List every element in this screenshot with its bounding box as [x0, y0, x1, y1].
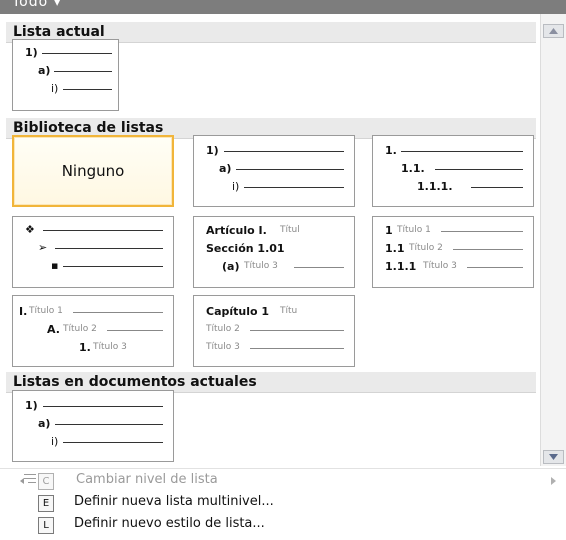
- tile-level-1-heading: Título 1: [397, 225, 431, 235]
- tile-level-3-line: [471, 187, 523, 188]
- tile-none-label: Ninguno: [61, 162, 125, 180]
- tile-level-3-label: 1.: [79, 341, 91, 354]
- tile-level-3-label: i): [51, 435, 59, 448]
- tile-level-2-label: a): [38, 417, 51, 430]
- list-tile-document[interactable]: 1) a) i): [12, 390, 174, 462]
- tile-level-1-label: 1): [206, 144, 219, 157]
- tile-level-2-heading: Título 2: [206, 324, 240, 334]
- tile-level-2-line: [107, 330, 163, 331]
- tile-level-2-label: 1.1: [385, 242, 405, 255]
- tile-level-3-label: i): [51, 82, 59, 95]
- tile-level-1-line: [43, 406, 163, 407]
- tile-level-2-heading: Título 2: [63, 324, 97, 334]
- tile-level-2-label: Sección 1.01: [206, 242, 285, 255]
- tile-level-1-label: Artículo I.: [206, 224, 267, 237]
- keytip-c: C: [38, 473, 54, 490]
- scroll-down-button[interactable]: [543, 450, 564, 464]
- gallery-filter-bar[interactable]: Todo ▾: [0, 0, 566, 14]
- tile-level-2-heading: Título 2: [409, 243, 443, 253]
- define-list-style-label: Definir nuevo estilo de lista...: [74, 516, 265, 531]
- tile-level-3-heading: Título 3: [244, 261, 278, 271]
- gallery-scrollbar[interactable]: [540, 14, 566, 466]
- tile-level-3-line: [63, 89, 112, 90]
- list-tile-current[interactable]: 1) a) i): [12, 39, 119, 111]
- tile-level-1-heading: Títul: [280, 225, 300, 235]
- tile-level-1-heading: Título 1: [29, 306, 63, 316]
- tile-level-3-line: [244, 187, 344, 188]
- tile-level-3-heading: Título 3: [423, 261, 457, 271]
- tile-level-3-line: [63, 266, 163, 267]
- tile-level-2-line: [55, 424, 163, 425]
- tile-level-1-line: [43, 230, 163, 231]
- tile-level-2-line: [453, 249, 523, 250]
- tile-level-3-line: [63, 442, 163, 443]
- tile-level-1-label: 1): [25, 46, 38, 59]
- bullet-diamond-icon: ❖: [25, 223, 35, 236]
- submenu-arrow-icon: [551, 477, 556, 485]
- tile-level-1-label: 1.: [385, 144, 397, 157]
- tile-level-1-label: Capítulo 1: [206, 305, 270, 318]
- tile-level-3-label: i): [232, 180, 240, 193]
- list-tile-headings[interactable]: 1 Título 1 1.1 Título 2 1.1.1 Título 3: [372, 216, 534, 288]
- chevron-up-icon: [549, 28, 558, 34]
- tile-level-3-label: (a): [222, 260, 240, 273]
- tile-level-2-label: A.: [47, 323, 60, 336]
- tile-level-2-label: a): [38, 64, 51, 77]
- list-tile-article[interactable]: Artículo I. Títul Sección 1.01 (a) Títul…: [193, 216, 355, 288]
- tile-level-1-label: 1: [385, 224, 393, 237]
- tile-level-3-line: [250, 348, 344, 349]
- change-list-level-label: Cambiar nivel de lista: [76, 472, 218, 487]
- tile-level-1-line: [73, 312, 163, 313]
- list-gallery-panel: Lista actual 1) a) i) Biblioteca de list…: [0, 14, 540, 466]
- define-list-style-item[interactable]: L Definir nuevo estilo de lista...: [0, 513, 566, 535]
- tile-level-3-line: [467, 267, 523, 268]
- define-multilevel-list-item[interactable]: E Definir nueva lista multinivel...: [0, 491, 566, 513]
- chevron-down-icon: [549, 454, 558, 460]
- list-tile-bullets[interactable]: ❖ ➢ ▪: [12, 216, 174, 288]
- bullet-square-icon: ▪: [51, 259, 59, 272]
- tile-level-2-label: 1.1.: [401, 162, 425, 175]
- tile-level-1-line: [441, 231, 523, 232]
- tile-level-1-line: [224, 151, 344, 152]
- keytip-e: E: [38, 495, 54, 512]
- bullet-arrow-icon: ➢: [38, 241, 48, 254]
- tile-level-1-label: 1): [25, 399, 38, 412]
- list-tile-numbered[interactable]: 1) a) i): [193, 135, 355, 207]
- tile-level-2-line: [55, 248, 163, 249]
- list-tile-outline[interactable]: I. Título 1 A. Título 2 1. Título 3: [12, 295, 174, 367]
- gallery-filter-label[interactable]: Todo ▾: [12, 0, 62, 10]
- tile-level-3-line: [294, 267, 344, 268]
- list-tile-chapter[interactable]: Capítulo 1 Títu Título 2 Título 3: [193, 295, 355, 367]
- keytip-l: L: [38, 517, 54, 534]
- scroll-up-button[interactable]: [543, 24, 564, 38]
- tile-level-2-line: [435, 169, 523, 170]
- tile-level-1-heading: Títu: [280, 306, 298, 316]
- tile-level-2-line: [250, 330, 344, 331]
- tile-level-1-line: [42, 53, 112, 54]
- tile-level-2-line: [54, 71, 112, 72]
- change-list-level-item[interactable]: C Cambiar nivel de lista: [0, 469, 566, 491]
- list-level-icon: [20, 474, 36, 484]
- tile-level-3-label: 1.1.1.: [417, 180, 453, 193]
- list-tile-legal[interactable]: 1. 1.1. 1.1.1.: [372, 135, 534, 207]
- tile-level-1-label: I.: [19, 305, 28, 318]
- tile-level-2-line: [236, 169, 344, 170]
- tile-level-3-heading: Título 3: [206, 342, 240, 352]
- tile-level-3-label: 1.1.1: [385, 260, 417, 273]
- define-multilevel-list-label: Definir nueva lista multinivel...: [74, 494, 274, 509]
- tile-level-1-line: [401, 151, 523, 152]
- tile-level-3-heading: Título 3: [93, 342, 127, 352]
- tile-level-2-label: a): [219, 162, 232, 175]
- list-tile-none[interactable]: Ninguno: [12, 135, 174, 207]
